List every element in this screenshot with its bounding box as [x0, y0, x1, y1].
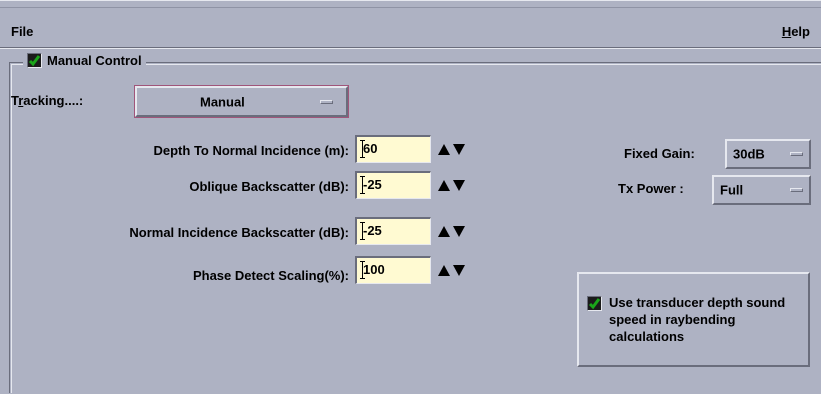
- oblique-backscatter-input[interactable]: -25: [355, 171, 431, 199]
- normal-incidence-backscatter-value: -25: [363, 223, 382, 238]
- menu-top-border: [0, 7, 821, 8]
- manual-control-checkbox[interactable]: [27, 53, 42, 68]
- fixed-gain-value: 30dB: [733, 146, 765, 162]
- option-menu-indicator-icon: [320, 99, 333, 104]
- depth-to-normal-incidence-input[interactable]: 60: [355, 135, 431, 163]
- file-menu[interactable]: File: [11, 24, 33, 39]
- depth-to-normal-incidence-label: Depth To Normal Incidence (m):: [153, 143, 350, 158]
- transducer-depth-toggle[interactable]: Use transducer depth sound speed in rayb…: [577, 272, 810, 367]
- phase-detect-scaling-input[interactable]: 100: [355, 256, 431, 284]
- menu-bar: File Help: [0, 0, 821, 47]
- tx-power-value: Full: [720, 182, 744, 198]
- menu-separator-highlight: [0, 48, 821, 49]
- depth-spin-arrows[interactable]: [431, 135, 472, 163]
- arrow-up-icon[interactable]: [438, 143, 450, 155]
- tx-power-label: Tx Power :: [618, 181, 684, 196]
- option-menu-indicator-icon: [790, 188, 803, 192]
- tx-power-option-menu[interactable]: Full: [712, 175, 811, 205]
- checkmark-icon: [28, 54, 41, 67]
- normal-incidence-spin-arrows[interactable]: [431, 217, 472, 245]
- help-menu[interactable]: Help: [782, 24, 810, 39]
- tracking-value: Manual: [200, 94, 245, 109]
- arrow-up-icon[interactable]: [438, 264, 450, 276]
- oblique-spin-arrows[interactable]: [431, 171, 472, 199]
- fixed-gain-option-menu[interactable]: 30dB: [725, 139, 811, 169]
- manual-control-label: Manual Control: [47, 53, 142, 68]
- manual-control-toggle[interactable]: Manual Control: [23, 53, 146, 68]
- oblique-backscatter-label: Oblique Backscatter (dB):: [189, 179, 349, 194]
- help-menu-rest: elp: [791, 24, 810, 39]
- phase-detect-scaling-label: Phase Detect Scaling(%):: [192, 268, 349, 283]
- depth-to-normal-incidence-value: 60: [363, 141, 378, 156]
- arrow-down-icon[interactable]: [453, 225, 465, 237]
- normal-incidence-backscatter-input[interactable]: -25: [355, 217, 431, 245]
- arrow-up-icon[interactable]: [438, 225, 450, 237]
- arrow-down-icon[interactable]: [453, 179, 465, 191]
- tracking-label: Tracking....:: [11, 93, 83, 108]
- phase-spin-arrows[interactable]: [431, 256, 472, 284]
- help-mnemonic: H: [781, 24, 792, 39]
- option-menu-indicator-icon: [790, 152, 803, 156]
- oblique-backscatter-value: -25: [363, 177, 382, 192]
- arrow-down-icon[interactable]: [453, 143, 465, 155]
- fixed-gain-label: Fixed Gain:: [624, 146, 695, 161]
- phase-detect-scaling-value: 100: [363, 262, 385, 277]
- transducer-depth-label: Use transducer depth sound speed in rayb…: [609, 295, 786, 344]
- arrow-up-icon[interactable]: [438, 179, 450, 191]
- tracking-option-menu[interactable]: Manual: [134, 85, 349, 118]
- checkmark-icon: [588, 297, 601, 310]
- tracking-label-suffix: acking....:: [23, 93, 84, 108]
- transducer-depth-checkbox[interactable]: [587, 296, 602, 311]
- arrow-down-icon[interactable]: [453, 264, 465, 276]
- normal-incidence-backscatter-label: Normal Incidence Backscatter (dB):: [129, 225, 349, 240]
